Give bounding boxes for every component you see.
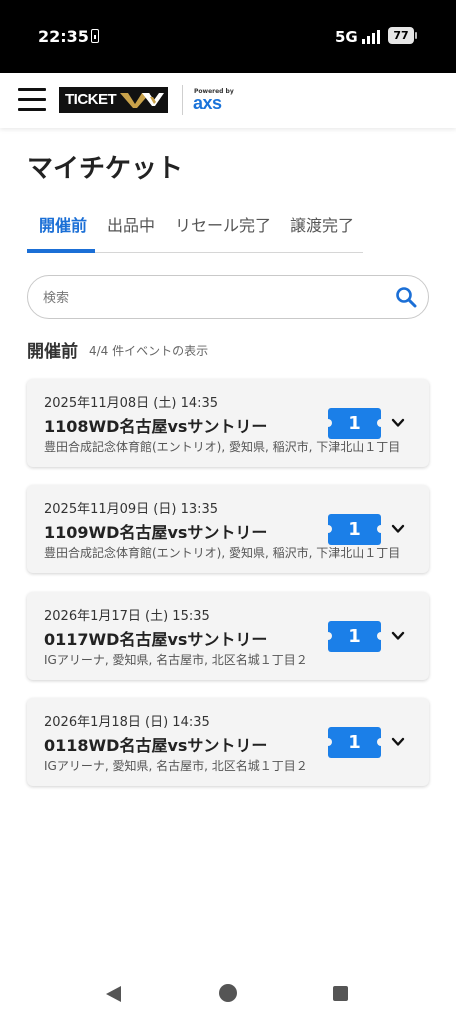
tab-transfer-complete[interactable]: 譲渡完了 <box>290 212 354 236</box>
chevron-down-icon[interactable] <box>391 522 405 536</box>
event-count: 4/4 件イベントの表示 <box>89 344 209 358</box>
ticket-count-badge[interactable]: 1 <box>324 727 385 758</box>
sim-icon <box>91 29 99 43</box>
status-bar: 22:35 5G 77 <box>0 0 456 73</box>
event-venue: 豊田合成記念体育館(エントリオ), 愛知県, 稲沢市, 下津北山１丁目 <box>44 546 401 560</box>
active-tab-indicator <box>27 249 95 253</box>
tab-bar: 開催前 出品中 リセール完了 譲渡完了 <box>27 200 363 253</box>
back-icon[interactable] <box>104 985 122 1003</box>
search-input[interactable] <box>41 286 385 310</box>
event-venue: 豊田合成記念体育館(エントリオ), 愛知県, 稲沢市, 下津北山１丁目 <box>44 440 401 454</box>
event-date: 2025年11月09日 (日) 13:35 <box>44 502 219 517</box>
event-card[interactable]: 2025年11月09日 (日) 13:35 1109WD名古屋vsサントリー 豊… <box>27 485 429 573</box>
signal-icon <box>362 28 382 44</box>
search-icon[interactable] <box>395 286 417 308</box>
event-venue: IGアリーナ, 愛知県, 名古屋市, 北区名城１丁目２ <box>44 653 308 667</box>
search-box <box>27 275 429 319</box>
battery-icon: 77 <box>388 27 417 44</box>
axs-logo: axs <box>193 93 222 113</box>
chevron-down-icon[interactable] <box>391 735 405 749</box>
network-type: 5G <box>335 28 358 46</box>
logo-divider <box>182 85 183 115</box>
ticket-count-badge[interactable]: 1 <box>324 514 385 545</box>
home-icon[interactable] <box>219 984 237 1002</box>
recent-apps-icon[interactable] <box>333 986 348 1001</box>
event-date: 2026年1月18日 (日) 14:35 <box>44 715 210 730</box>
ticket-count-badge[interactable]: 1 <box>324 621 385 652</box>
event-card[interactable]: 2025年11月08日 (土) 14:35 1108WD名古屋vsサントリー 豊… <box>27 379 429 467</box>
status-time: 22:35 <box>38 27 89 46</box>
tab-listing[interactable]: 出品中 <box>107 212 155 236</box>
logo-v-mark-icon <box>120 93 164 108</box>
system-nav-bar <box>0 968 456 1024</box>
event-date: 2025年11月08日 (土) 14:35 <box>44 396 219 411</box>
event-title: 0118WD名古屋vsサントリー <box>44 736 268 755</box>
event-date: 2026年1月17日 (土) 15:35 <box>44 609 210 624</box>
event-title: 1109WD名古屋vsサントリー <box>44 523 268 542</box>
event-card[interactable]: 2026年1月17日 (土) 15:35 0117WD名古屋vsサントリー IG… <box>27 592 429 680</box>
ticket-count-badge[interactable]: 1 <box>324 408 385 439</box>
page-title: マイチケット <box>27 154 184 184</box>
event-title: 1108WD名古屋vsサントリー <box>44 417 268 436</box>
hamburger-menu-icon[interactable] <box>18 88 46 112</box>
event-card[interactable]: 2026年1月18日 (日) 14:35 0118WD名古屋vsサントリー IG… <box>27 698 429 786</box>
tab-upcoming[interactable]: 開催前 <box>39 212 87 236</box>
tab-resale-complete[interactable]: リセール完了 <box>175 212 271 236</box>
section-heading: 開催前 <box>27 342 78 362</box>
ticket-v-logo[interactable]: TICKET <box>59 87 168 113</box>
chevron-down-icon[interactable] <box>391 629 405 643</box>
event-venue: IGアリーナ, 愛知県, 名古屋市, 北区名城１丁目２ <box>44 759 308 773</box>
event-title: 0117WD名古屋vsサントリー <box>44 630 268 649</box>
chevron-down-icon[interactable] <box>391 416 405 430</box>
logo-text: TICKET <box>65 91 117 108</box>
app-header: TICKET Powered by axs <box>0 73 456 128</box>
